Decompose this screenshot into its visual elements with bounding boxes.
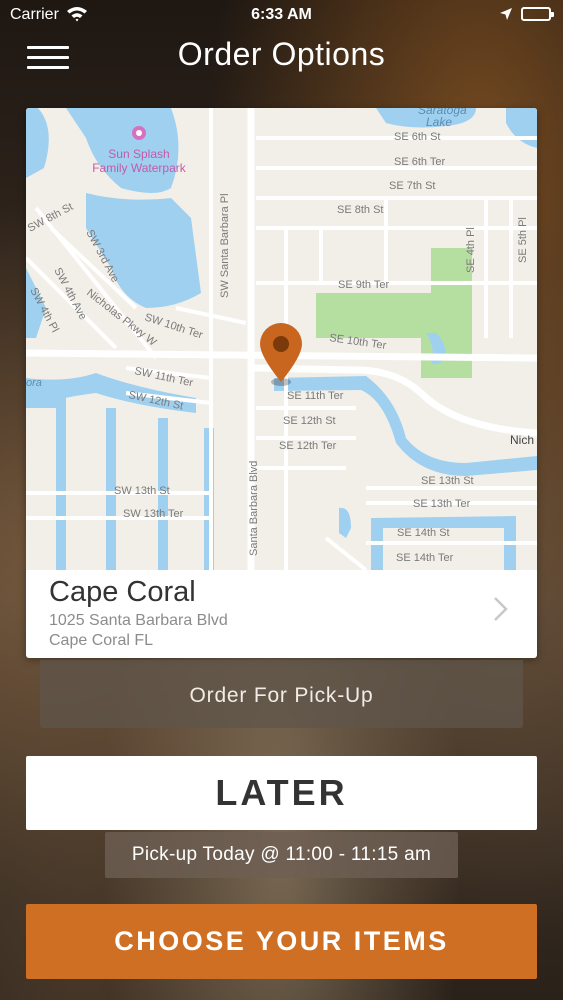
location-map[interactable]: SE 6th St SE 6th Ter SE 7th St SE 8th St… xyxy=(26,108,537,570)
map-label-ora: ora xyxy=(26,377,42,389)
map-label-se-13th-st: SE 13th St xyxy=(421,475,474,487)
map-label-santa-barbara-blvd: Santa Barbara Blvd xyxy=(248,461,260,556)
map-label-se-13th-ter: SE 13th Ter xyxy=(413,498,471,510)
map-label-sw-13th-ter: SW 13th Ter xyxy=(123,508,184,520)
pickup-time-label: Pick-up Today @ 11:00 - 11:15 am xyxy=(105,832,458,878)
order-for-pickup-button[interactable]: Order For Pick-Up xyxy=(40,660,523,728)
location-info[interactable]: Cape Coral 1025 Santa Barbara Blvd Cape … xyxy=(26,570,537,658)
later-button[interactable]: LATER xyxy=(26,756,537,830)
map-label-se-4th-pl: SE 4th Pl xyxy=(465,227,477,273)
map-label-se-6th-ter: SE 6th Ter xyxy=(394,156,445,168)
poi-icon xyxy=(132,126,146,140)
location-address-line2: Cape Coral FL xyxy=(49,632,154,649)
map-label-poi-line1: Sun Splash xyxy=(108,147,169,161)
map-label-sw-santa-barbara-pl: SW Santa Barbara Pl xyxy=(219,193,231,298)
choose-your-items-button[interactable]: CHOOSE YOUR ITEMS xyxy=(26,904,537,979)
map-label-nich: Nich xyxy=(510,433,534,447)
battery-icon xyxy=(521,7,554,21)
clock: 6:33 AM xyxy=(251,6,312,23)
map-label-sw-13th-st: SW 13th St xyxy=(114,485,170,497)
map-label-se-8th-st: SE 8th St xyxy=(337,204,383,216)
chevron-right-icon[interactable] xyxy=(493,596,509,627)
location-name: Cape Coral xyxy=(49,576,196,608)
location-card[interactable]: SE 6th St SE 6th Ter SE 7th St SE 8th St… xyxy=(26,108,537,658)
map-label-se-9th-ter: SE 9th Ter xyxy=(338,279,389,291)
map-label-se-12th-ter: SE 12th Ter xyxy=(279,440,337,452)
map-label-se-7th-st: SE 7th St xyxy=(389,180,435,192)
map-label-poi-line2: Family Waterpark xyxy=(92,161,187,175)
map-label-se-5th-pl: SE 5th Pl xyxy=(517,217,529,263)
nav-bar: Order Options xyxy=(0,30,563,80)
location-arrow-icon xyxy=(499,7,513,26)
map-label-se-14th-ter: SE 14th Ter xyxy=(396,552,454,564)
map-label-se-12th-st: SE 12th St xyxy=(283,415,336,427)
location-address-line1: 1025 Santa Barbara Blvd xyxy=(49,612,228,629)
map-label-se-14th-st: SE 14th St xyxy=(397,527,450,539)
page-title: Order Options xyxy=(177,36,386,72)
status-bar: Carrier 6:33 AM xyxy=(0,0,563,30)
map-label-se-6th-st: SE 6th St xyxy=(394,131,440,143)
map-label-se-11th-ter: SE 11th Ter xyxy=(287,390,344,402)
